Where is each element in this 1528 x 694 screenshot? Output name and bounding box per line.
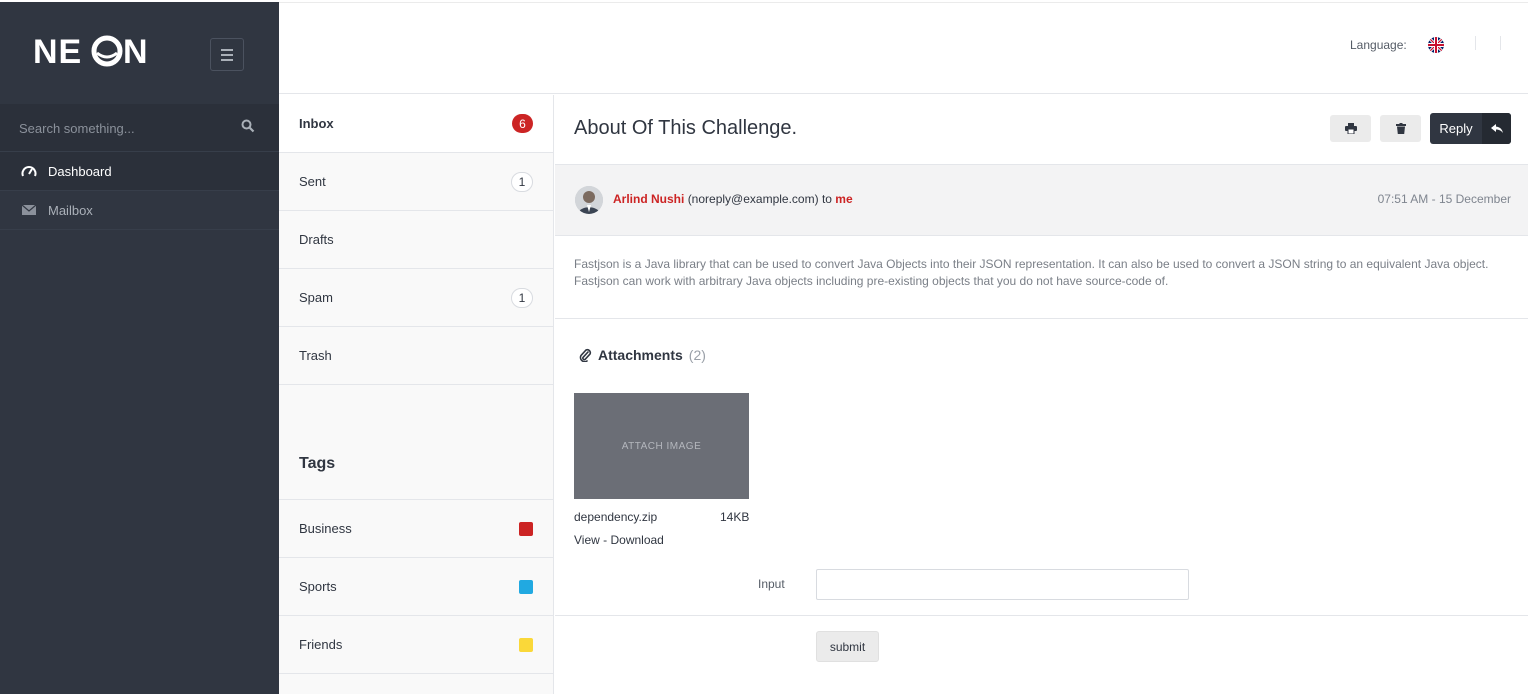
print-icon — [1344, 123, 1357, 134]
language-label: Language: — [1350, 38, 1407, 52]
tag-color-swatch — [519, 521, 533, 536]
mail-folder-list: Inbox 6 Sent 1 Drafts Spam 1 Trash Tags … — [279, 95, 554, 694]
folder-label: Spam — [299, 290, 333, 305]
input-label: Input — [758, 577, 785, 591]
to-word: to — [821, 192, 832, 206]
attachments-count: (2) — [688, 347, 706, 363]
divider — [555, 318, 1528, 319]
thumbnail-placeholder-text: ATTACH IMAGE — [621, 440, 702, 452]
sidebar-item-label: Dashboard — [48, 163, 112, 179]
reply-icon — [1482, 113, 1511, 144]
envelope-icon — [21, 204, 37, 215]
attachment-actions: View - Download — [574, 533, 664, 547]
attachments-heading: Attachments (2) — [578, 347, 706, 363]
submit-button[interactable]: submit — [816, 631, 879, 662]
message-subject: About Of This Challenge. — [574, 117, 798, 139]
top-header: Language: — [279, 2, 1528, 94]
hamburger-line — [221, 58, 233, 61]
folder-label: Inbox — [299, 116, 334, 131]
folder-inbox[interactable]: Inbox 6 — [279, 95, 553, 153]
tag-friends[interactable]: Friends — [279, 616, 553, 674]
hamburger-icon — [221, 48, 233, 51]
attachment-thumbnail[interactable]: ATTACH IMAGE — [574, 393, 749, 499]
unread-count-badge: 6 — [512, 114, 533, 133]
sender-info-bar: Arlind Nushi (noreply@example.com) to me… — [555, 164, 1528, 236]
message-body: Fastjson is a Java library that can be u… — [574, 257, 1489, 288]
link-separator: - — [603, 533, 608, 547]
message-view: About Of This Challenge. Reply Arlind Nu… — [555, 95, 1528, 694]
uk-flag-icon[interactable] — [1428, 37, 1444, 53]
tag-business[interactable]: Business — [279, 500, 553, 558]
delete-button[interactable] — [1380, 115, 1421, 142]
sidebar-item-mailbox[interactable]: Mailbox — [0, 191, 279, 230]
hamburger-line — [221, 53, 233, 56]
download-link[interactable]: Download — [610, 533, 663, 547]
folder-sent[interactable]: Sent 1 — [279, 153, 553, 211]
message-date: 07:51 AM - 15 December — [1377, 192, 1511, 206]
gauge-icon — [21, 166, 37, 177]
tag-label: Sports — [299, 579, 337, 594]
print-button[interactable] — [1330, 115, 1371, 142]
attachment-file-size: 14KB — [720, 510, 750, 524]
reply-button[interactable]: Reply — [1430, 113, 1511, 144]
folder-spam[interactable]: Spam 1 — [279, 269, 553, 327]
divider — [555, 615, 1528, 616]
tags-heading: Tags — [279, 385, 553, 500]
tag-color-swatch — [519, 637, 533, 652]
folder-label: Trash — [299, 348, 332, 363]
paperclip-icon — [579, 348, 592, 362]
sender-email: (noreply@example.com) — [687, 192, 819, 206]
tag-label: Friends — [299, 637, 343, 652]
search-icon[interactable] — [241, 119, 255, 133]
neon-logo[interactable]: NE N — [33, 34, 155, 70]
view-link[interactable]: View — [574, 533, 600, 547]
recipient-name[interactable]: me — [835, 192, 852, 206]
count-badge: 1 — [511, 171, 533, 192]
trash-icon — [1395, 123, 1406, 134]
logo-area: NE N — [0, 2, 279, 104]
sidebar-item-label: Mailbox — [48, 202, 93, 218]
header-divider — [1475, 36, 1476, 50]
attachments-label: Attachments — [598, 347, 683, 363]
svg-text:N: N — [123, 34, 148, 70]
folder-drafts[interactable]: Drafts — [279, 211, 553, 269]
folder-trash[interactable]: Trash — [279, 327, 553, 385]
sidebar-item-dashboard[interactable]: Dashboard — [0, 152, 279, 191]
sender-name[interactable]: Arlind Nushi — [613, 192, 684, 206]
sender-avatar — [575, 186, 603, 214]
count-badge: 1 — [511, 287, 533, 308]
sidebar-search[interactable]: Search something... — [0, 104, 279, 152]
header-divider — [1500, 36, 1501, 50]
tag-label: Business — [299, 521, 352, 536]
tag-color-swatch — [519, 579, 533, 594]
search-input[interactable]: Search something... — [19, 121, 135, 136]
folder-label: Drafts — [299, 232, 334, 247]
reply-label: Reply — [1439, 121, 1473, 136]
tag-sports[interactable]: Sports — [279, 558, 553, 616]
sidebar: NE N Search something... Dashboard Mailb… — [0, 2, 279, 694]
input-field[interactable] — [816, 569, 1189, 600]
sender-line: Arlind Nushi (noreply@example.com) to me — [613, 192, 853, 206]
folder-label: Sent — [299, 174, 326, 189]
menu-toggle-button[interactable] — [210, 38, 244, 71]
svg-text:NE: NE — [33, 34, 82, 70]
attachment-file-name: dependency.zip — [574, 510, 658, 524]
